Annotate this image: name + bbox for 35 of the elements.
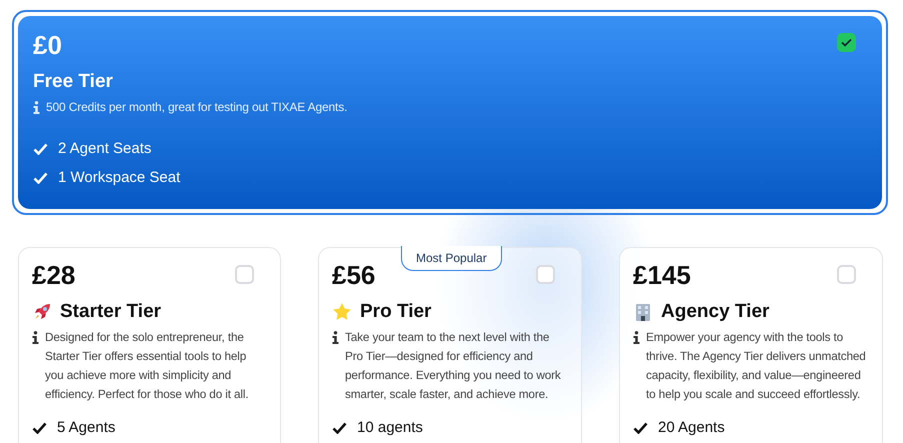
- info-icon: [633, 331, 640, 344]
- feature-text: 10 agents: [357, 418, 423, 438]
- popular-badge: Most Popular: [401, 246, 502, 271]
- feature-text: 2 Agent Seats: [58, 139, 152, 159]
- info-icon: [33, 101, 40, 114]
- plan-description: Empower your agency with the tools to thrive. The Agency Tier delivers unmatched capacity, flexibility, and value—engineered to help you scale and succeed effortlessly.: [646, 329, 867, 403]
- star-icon: [332, 302, 352, 322]
- info-icon: [32, 331, 39, 344]
- check-icon: [33, 143, 48, 155]
- plan-checkbox[interactable]: [837, 33, 856, 52]
- plan-title: Pro Tier: [360, 300, 432, 324]
- building-icon: [633, 302, 653, 322]
- info-icon: [332, 331, 339, 344]
- feature-text: 5 Agents: [57, 418, 116, 438]
- feature-text: 1 Workspace Seat: [58, 168, 180, 188]
- plan-checkbox[interactable]: [235, 265, 254, 284]
- price-text: £56: [332, 260, 376, 290]
- check-icon: [633, 422, 648, 434]
- rocket-icon: [32, 302, 52, 322]
- plan-checkbox[interactable]: [536, 265, 555, 284]
- plan-description: Take your team to the next level with the Pro Tier—designed for efficiency and performance. Everything you need to work smarter, scale faster, and achieve more.: [345, 329, 562, 403]
- check-icon: [33, 172, 48, 184]
- price-text: £28: [32, 260, 76, 290]
- plan-description: Designed for the solo entrepreneur, the Starter Tier offers essential tools to help you achieve more with simplicity and efficiency. Perfect for those who do it all.: [45, 329, 250, 403]
- price-text: £145: [633, 260, 691, 290]
- plan-title: Agency Tier: [661, 300, 770, 324]
- check-icon: [332, 422, 347, 434]
- plan-title: Starter Tier: [60, 300, 162, 324]
- plan-checkbox[interactable]: [837, 265, 856, 284]
- price-text: £0: [33, 30, 62, 60]
- check-icon: [32, 422, 47, 434]
- check-icon: [841, 38, 852, 47]
- plan-title: Free Tier: [33, 70, 113, 94]
- feature-text: 20 Agents: [658, 418, 725, 438]
- plan-description: 500 Credits per month, great for testing out TIXAE Agents.: [46, 99, 348, 116]
